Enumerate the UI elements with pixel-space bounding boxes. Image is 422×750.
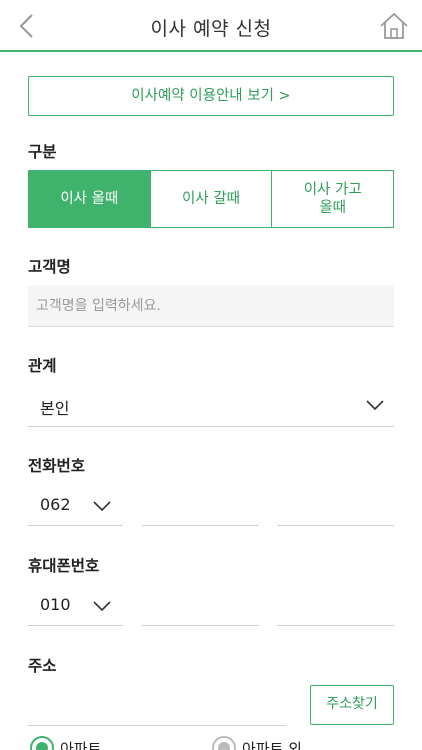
- phone-area-code-value: 062: [40, 495, 71, 514]
- home-icon[interactable]: [378, 10, 410, 42]
- chevron-down-icon: [93, 601, 111, 612]
- address-label: 주소: [28, 657, 57, 675]
- radio-label: 아파트 외: [242, 739, 302, 750]
- category-option-label-line1: 이사 가고: [303, 182, 362, 198]
- phone-label: 전화번호: [28, 457, 86, 475]
- usage-guide-button[interactable]: 이사예약 이용안내 보기 >: [28, 76, 394, 116]
- category-option-label: 이사 올때: [60, 191, 119, 207]
- phone-last-input[interactable]: [277, 486, 394, 526]
- mobile-middle-input[interactable]: [142, 586, 259, 626]
- radio-circle: [30, 736, 54, 750]
- radio-label: 아파트: [60, 739, 102, 750]
- mobile-prefix-select[interactable]: 010: [28, 586, 123, 626]
- category-option-moving-in[interactable]: 이사 올때: [29, 171, 151, 227]
- chevron-down-icon: [93, 501, 111, 512]
- page-title: 이사 예약 신청: [150, 18, 272, 40]
- radio-apartment[interactable]: 아파트: [30, 736, 101, 750]
- phone-area-code-select[interactable]: 062: [28, 486, 123, 526]
- category-option-moving-out-and-in[interactable]: 이사 가고 올때: [272, 171, 393, 227]
- relation-value: 본인: [40, 399, 70, 418]
- mobile-last-input[interactable]: [277, 586, 394, 626]
- relation-select[interactable]: 본인: [28, 385, 394, 427]
- app-header: 이사 예약 신청: [0, 0, 422, 52]
- address-input[interactable]: [28, 686, 286, 726]
- category-option-label-line2: 올때: [319, 200, 347, 216]
- mobile-prefix-value: 010: [40, 595, 71, 614]
- mobile-label: 휴대폰번호: [28, 557, 100, 575]
- category-option-label: 이사 갈때: [182, 191, 240, 207]
- category-label: 구분: [28, 143, 57, 161]
- radio-circle: [212, 736, 236, 750]
- relation-label: 관계: [28, 357, 57, 375]
- chevron-down-icon: [366, 400, 384, 411]
- customer-name-label: 고객명: [28, 258, 71, 276]
- customer-name-input[interactable]: 고객명을 입력하세요.: [28, 285, 394, 327]
- category-option-label: 이사 가고 올때: [304, 181, 362, 217]
- radio-non-apartment[interactable]: 아파트 외: [212, 736, 302, 750]
- address-search-button[interactable]: 주소찾기: [310, 685, 394, 725]
- category-segmented-control: 이사 올때 이사 갈때 이사 가고 올때: [28, 170, 394, 228]
- category-option-moving-out[interactable]: 이사 갈때: [151, 171, 273, 227]
- phone-middle-input[interactable]: [142, 486, 259, 526]
